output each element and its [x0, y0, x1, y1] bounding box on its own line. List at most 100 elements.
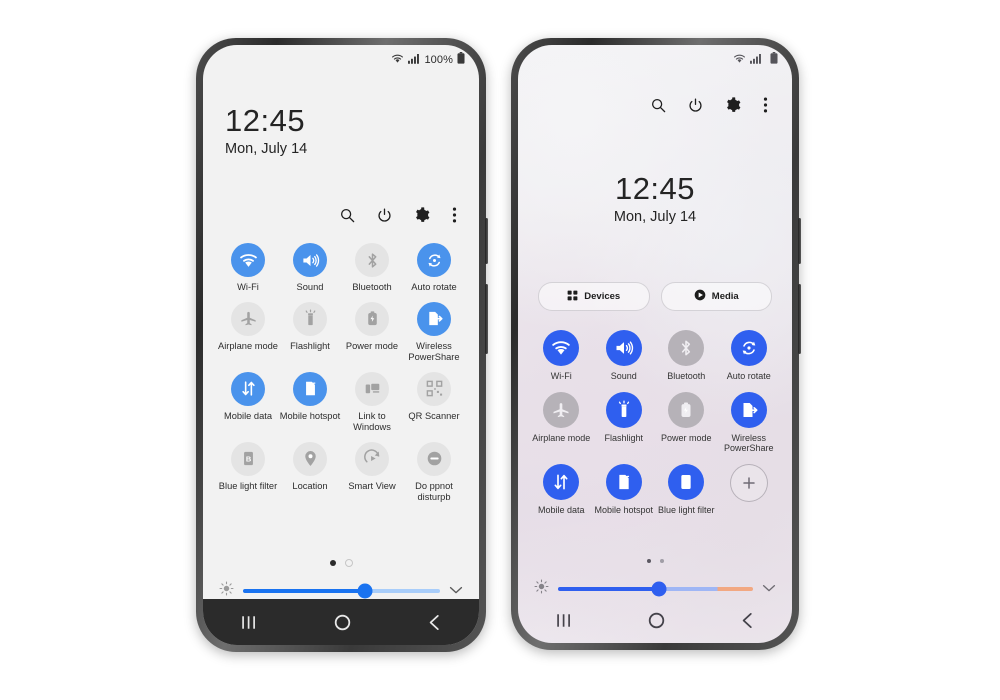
clock-block-right: 12:45 Mon, July 14 — [518, 172, 792, 224]
tile-label: Location — [292, 480, 328, 491]
tile-wifi[interactable]: Wi-Fi — [217, 243, 279, 293]
tile-label: Auto rotate — [726, 371, 771, 381]
back-button[interactable] — [741, 612, 754, 629]
tile-label: Bluetooth — [667, 371, 706, 381]
svg-text:B: B — [683, 478, 689, 487]
search-icon[interactable] — [651, 98, 666, 113]
volume-button[interactable] — [798, 218, 801, 264]
tile-label: Power mode — [660, 432, 712, 443]
tile-flashlight[interactable]: Flashlight — [279, 301, 341, 363]
tile-location-pin[interactable]: Location — [279, 441, 341, 503]
tile-label: Sound — [296, 282, 324, 292]
power-mode-icon — [668, 391, 705, 428]
chevron-down-icon[interactable] — [762, 580, 776, 598]
tile-label: Blue light filter — [657, 504, 715, 515]
smart-view-icon — [355, 441, 389, 476]
tile-flashlight[interactable]: Flashlight — [593, 391, 656, 454]
settings-gear-icon[interactable] — [414, 207, 430, 223]
settings-gear-icon[interactable] — [725, 97, 741, 113]
tile-blue-light-filter[interactable]: B Blue light filter — [655, 463, 718, 516]
devices-pill-label: Devices — [584, 291, 621, 302]
brightness-icon — [219, 581, 234, 601]
cellular-signal-icon — [408, 51, 420, 69]
back-button[interactable] — [428, 614, 441, 631]
devices-pill[interactable]: Devices — [538, 282, 650, 311]
quick-settings-grid-left: Wi-Fi Sound Bluetooth Auto rotate Airplane m… — [203, 243, 479, 503]
tile-auto-rotate[interactable]: Auto rotate — [718, 330, 781, 382]
tile-bluetooth[interactable]: Bluetooth — [655, 330, 718, 382]
tile-link-to-windows[interactable]: Link to Windows — [341, 371, 403, 433]
volume-button[interactable] — [485, 218, 488, 264]
wifi-icon — [391, 51, 404, 69]
phone-left-screen: 100% 12:45 Mon, July 14 Wi-Fi Sound Blue… — [203, 45, 479, 645]
blue-light-filter-icon: B — [668, 463, 705, 500]
tile-power-mode[interactable]: Power mode — [655, 391, 718, 454]
tile-label: Airplane mode — [532, 432, 591, 443]
tile-do-not-disturb[interactable]: Do ppnot disturpb — [403, 441, 465, 503]
page-dot-active[interactable] — [329, 560, 336, 566]
add-tile-icon — [729, 463, 768, 502]
wifi-icon — [231, 243, 265, 277]
power-side-button[interactable] — [485, 284, 488, 354]
recents-button[interactable] — [241, 615, 257, 630]
power-side-button[interactable] — [798, 284, 801, 354]
more-vertical-icon[interactable] — [763, 97, 768, 113]
power-icon[interactable] — [688, 97, 703, 113]
power-icon[interactable] — [377, 207, 392, 223]
wifi-icon — [543, 330, 580, 366]
navigation-bar-left — [203, 599, 479, 645]
brightness-knob[interactable] — [651, 581, 667, 597]
home-button[interactable] — [334, 614, 351, 631]
page-dot-active[interactable] — [646, 559, 651, 563]
tile-mobile-data[interactable]: Mobile data — [530, 463, 593, 516]
tile-wireless-powershare[interactable]: Wireless PowerShare — [718, 391, 781, 454]
battery-icon — [457, 51, 465, 69]
clock-time: 12:45 — [225, 103, 306, 138]
tile-airplane[interactable]: Airplane mode — [217, 301, 279, 363]
tile-sound[interactable]: Sound — [593, 330, 656, 382]
tile-mobile-data[interactable]: Mobile data — [217, 371, 279, 433]
search-icon[interactable] — [340, 208, 355, 223]
page-dots-left — [203, 559, 479, 567]
media-pill[interactable]: Media — [660, 282, 772, 311]
header-actions-right — [651, 97, 768, 113]
brightness-icon — [534, 579, 549, 599]
tile-bluetooth[interactable]: Bluetooth — [341, 243, 403, 293]
page-dot[interactable] — [344, 559, 353, 567]
phone-device-right: 12:45 Mon, July 14 Devices Media Wi-Fi So… — [511, 38, 801, 650]
mobile-hotspot-icon — [605, 463, 642, 500]
tile-mobile-hotspot[interactable]: Mobile hotspot — [593, 463, 656, 516]
mobile-data-icon — [543, 463, 580, 500]
do-not-disturb-icon — [417, 441, 451, 476]
brightness-track[interactable] — [243, 583, 440, 599]
more-vertical-icon[interactable] — [452, 207, 457, 223]
chevron-down-icon[interactable] — [449, 582, 463, 600]
tile-wireless-powershare[interactable]: Wireless PowerShare — [403, 301, 465, 363]
tile-mobile-hotspot[interactable]: Mobile hotspot — [279, 371, 341, 433]
tile-sound[interactable]: Sound — [279, 243, 341, 293]
sound-icon — [605, 330, 642, 366]
tile-auto-rotate[interactable]: Auto rotate — [403, 243, 465, 293]
tile-qr-scanner[interactable]: QR Scanner — [403, 371, 465, 433]
tile-smart-view[interactable]: Smart View — [341, 441, 403, 503]
tile-label: QR Scanner — [408, 410, 460, 421]
page-dot[interactable] — [659, 559, 664, 563]
airplane-icon — [231, 301, 265, 336]
header-actions-left — [340, 207, 457, 223]
tile-power-mode[interactable]: Power mode — [341, 301, 403, 363]
brightness-knob[interactable] — [357, 583, 373, 599]
battery-icon — [770, 51, 778, 69]
brightness-track[interactable] — [558, 581, 753, 597]
home-button[interactable] — [648, 612, 665, 629]
tile-label: Wi-Fi — [550, 371, 572, 381]
tile-label: Auto rotate — [411, 282, 457, 292]
tile-airplane[interactable]: Airplane mode — [530, 391, 593, 454]
tile-add-button[interactable] — [718, 463, 781, 516]
bluetooth-icon — [355, 243, 389, 277]
tile-blue-light-filter[interactable]: B Blue light filter — [217, 441, 279, 503]
wireless-powershare-icon — [417, 301, 451, 336]
recents-button[interactable] — [556, 613, 572, 628]
quick-settings-grid-right: Wi-Fi Sound Bluetooth Auto rotate Airplane m… — [518, 330, 792, 515]
tile-wifi[interactable]: Wi-Fi — [530, 330, 593, 382]
media-play-icon — [694, 289, 706, 304]
